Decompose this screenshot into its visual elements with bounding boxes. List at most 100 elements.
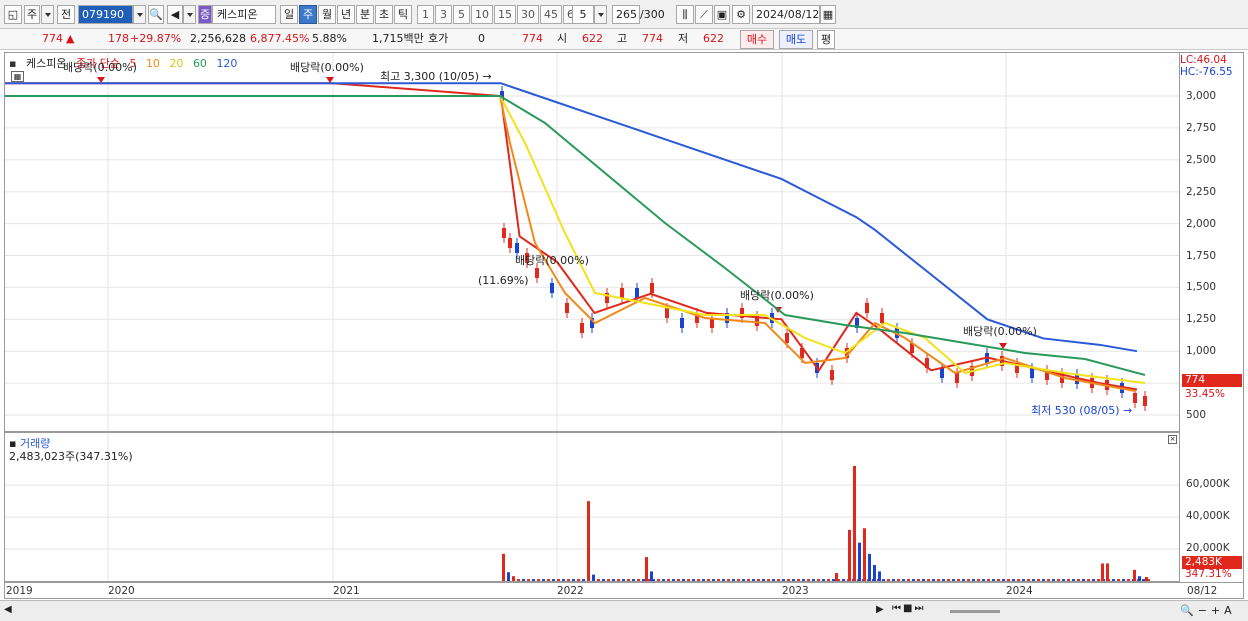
volume-bar	[747, 579, 750, 581]
volume-bar	[617, 579, 620, 581]
quote-last: 774	[522, 32, 543, 45]
interval-input[interactable]: 5	[572, 5, 594, 24]
date-input[interactable]: 2024/08/12	[752, 5, 820, 24]
volume-bar	[787, 579, 790, 581]
volume-value: 2,483,023주(347.31%)	[9, 450, 133, 463]
scroll-right-icon[interactable]: ▶	[876, 604, 884, 615]
interval-5[interactable]: 5	[453, 5, 470, 24]
volume-chart-svg	[5, 433, 1179, 581]
volume-bar	[1101, 563, 1104, 581]
prev-button[interactable]: 전	[57, 5, 75, 24]
volume-bar	[1142, 579, 1145, 581]
volume-bar	[782, 579, 785, 581]
period-day[interactable]: 일	[280, 5, 298, 24]
window-icon[interactable]: ◱	[4, 5, 22, 24]
volume-bar	[873, 565, 876, 581]
period-month[interactable]: 월	[318, 5, 336, 24]
volume-pane[interactable]: ▪ 거래량 2,483,023주(347.31%) ×	[4, 432, 1180, 582]
volume-bar	[942, 579, 945, 581]
volume-bar	[807, 579, 810, 581]
volume-bar	[927, 579, 930, 581]
interval-3[interactable]: 3	[435, 5, 452, 24]
interval-45[interactable]: 45	[540, 5, 562, 24]
period-select[interactable]: 주	[24, 5, 40, 24]
candle-icon[interactable]: ⫼	[676, 5, 694, 24]
playback-controls[interactable]: ⏮■⏭	[892, 603, 952, 614]
speaker-dropdown[interactable]	[183, 5, 196, 24]
eval-button[interactable]: 평	[817, 30, 835, 49]
dividend-marker	[97, 77, 105, 83]
period-week[interactable]: 주	[299, 5, 317, 24]
period-minute[interactable]: 분	[356, 5, 374, 24]
code-dropdown[interactable]	[133, 5, 146, 24]
interval-dropdown[interactable]	[594, 5, 607, 24]
interval-10[interactable]: 10	[471, 5, 493, 24]
calendar-icon[interactable]: ▦	[820, 5, 836, 24]
interval-1[interactable]: 1	[417, 5, 434, 24]
legend-menu-icon[interactable]: ▪	[9, 57, 16, 70]
volume-bar	[622, 579, 625, 581]
volume-bar	[1037, 579, 1040, 581]
volume-bar	[1067, 579, 1070, 581]
volume-bar	[562, 579, 565, 581]
volume-bar	[947, 579, 950, 581]
volume-bar	[1062, 579, 1065, 581]
volume-bar	[502, 553, 505, 581]
search-icon[interactable]: 🔍	[148, 5, 164, 24]
gear-icon[interactable]: ⚙	[732, 5, 750, 24]
volume-bar	[732, 579, 735, 581]
price-chart-pane[interactable]: ▪ 케스피온 종가 단순 5 10 20 60 120 ▦ 배당락(0.00%)…	[4, 52, 1180, 432]
legend-ma-120: 120	[216, 57, 238, 70]
speaker-icon[interactable]: ◀	[167, 5, 183, 24]
volume-bar	[672, 579, 675, 581]
sell-button[interactable]: 매도	[779, 30, 813, 49]
interval-15[interactable]: 15	[494, 5, 516, 24]
year-2019: 2019	[6, 585, 33, 597]
quote-volume: 2,256,628	[190, 32, 246, 45]
volume-bar	[1057, 579, 1060, 581]
volume-bar	[642, 579, 645, 581]
candle-body	[650, 283, 654, 293]
volume-bar	[922, 579, 925, 581]
volume-bar	[868, 553, 871, 581]
volume-bar	[702, 579, 705, 581]
year-2024: 2024	[1006, 585, 1033, 597]
volume-bar	[1097, 579, 1100, 581]
save-icon[interactable]: ▣	[714, 5, 730, 24]
period-year[interactable]: 년	[337, 5, 355, 24]
legend-ma-60: 60	[192, 57, 207, 70]
volume-bar	[547, 579, 550, 581]
buy-button[interactable]: 매수	[740, 30, 774, 49]
period-second[interactable]: 초	[375, 5, 393, 24]
volume-bar	[597, 579, 600, 581]
period-tick[interactable]: 틱	[394, 5, 412, 24]
volume-bar	[878, 571, 881, 581]
volume-bar	[507, 572, 510, 581]
volume-bar	[697, 579, 700, 581]
close-pane-icon[interactable]: ×	[1168, 435, 1177, 444]
volume-bar	[1122, 579, 1125, 581]
dividend-annotation-5: 배당락(0.00%)	[963, 325, 1037, 338]
volume-bar	[657, 579, 660, 581]
stock-code-input[interactable]: 079190	[78, 5, 133, 24]
zoom-slider[interactable]	[950, 610, 1000, 613]
volume-bar	[677, 579, 680, 581]
volume-bar	[1145, 577, 1148, 581]
low-label: 저	[678, 32, 689, 45]
bottom-scrollbar[interactable]: ◀ ▶ ⏮■⏭ 🔍−+A	[0, 600, 1248, 621]
volume-bar	[967, 579, 970, 581]
zoom-controls[interactable]: 🔍−+A	[1180, 604, 1236, 617]
count-input[interactable]: 265	[612, 5, 640, 24]
candle-body	[535, 268, 539, 278]
interval-30[interactable]: 30	[517, 5, 539, 24]
tool-icon[interactable]: ⟋	[695, 5, 713, 24]
period-dropdown[interactable]	[41, 5, 54, 24]
low-value: 622	[703, 32, 724, 45]
volume-bar	[1087, 579, 1090, 581]
scroll-left-icon[interactable]: ◀	[4, 604, 12, 615]
volume-bar	[577, 579, 580, 581]
candle-body	[1133, 393, 1137, 403]
table-icon[interactable]: ▦	[11, 71, 24, 82]
volume-bar	[1092, 579, 1095, 581]
volume-bar	[632, 579, 635, 581]
